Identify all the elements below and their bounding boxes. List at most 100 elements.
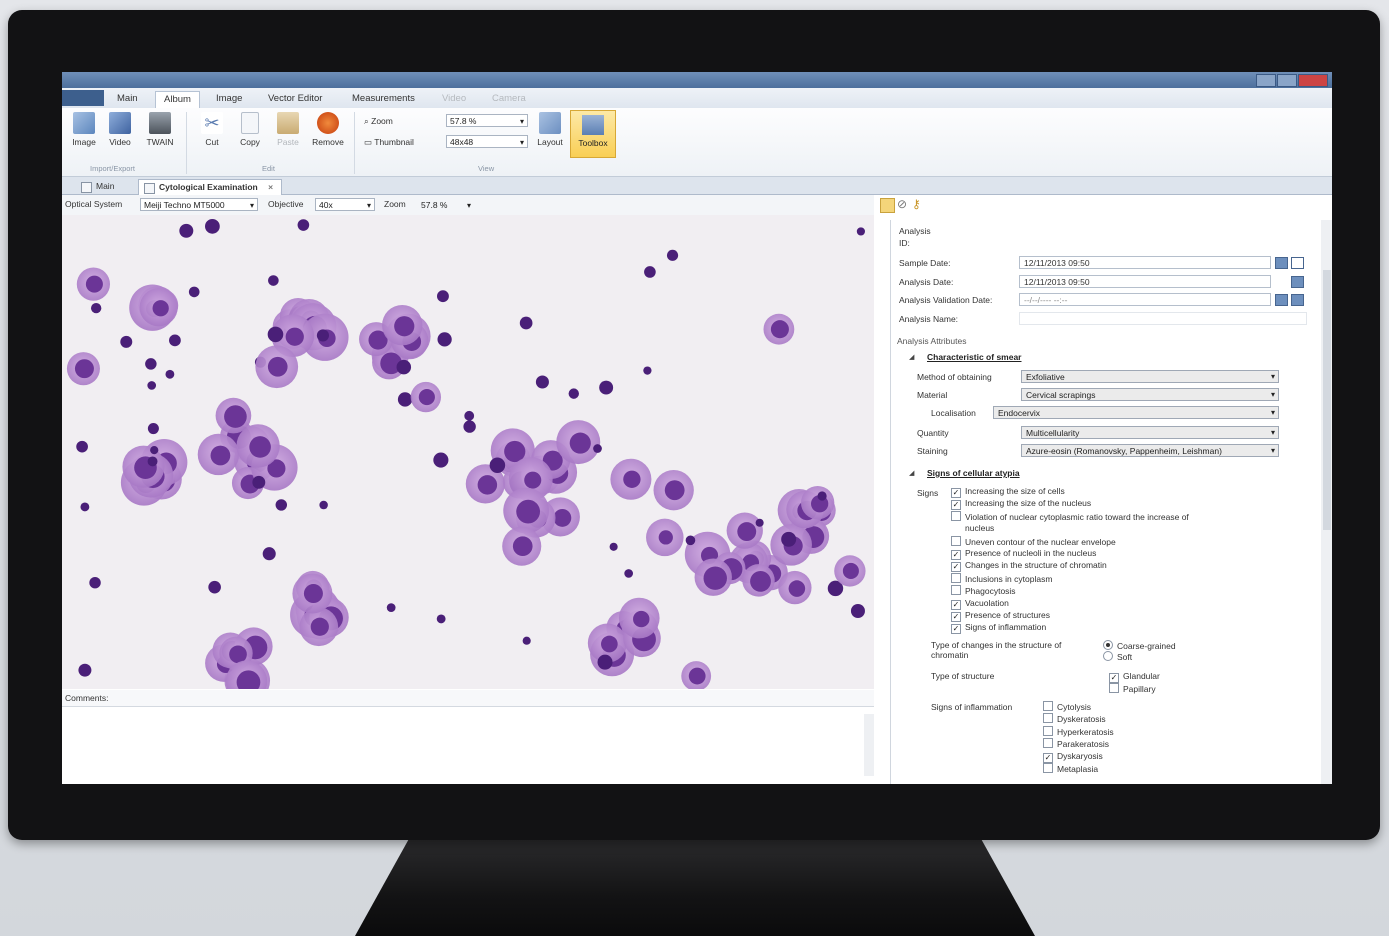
checkbox-icon[interactable] [1043,713,1053,724]
tab-image[interactable]: Image [208,91,250,107]
radio-icon[interactable] [1103,640,1113,650]
toolbox-button[interactable]: Toolbox [570,110,616,158]
collapse-icon[interactable]: ◢ [909,353,914,361]
checkbox-icon[interactable] [951,585,961,596]
inflammation-checkbox[interactable]: Hyperkeratosis [1043,725,1114,737]
cell-nucleus [74,359,94,379]
smear-section-heading[interactable]: Characteristic of smear [927,352,1022,362]
radio-icon[interactable] [1103,651,1113,661]
doc-tab-cytological-examination[interactable]: Cytological Examination × [138,179,283,195]
checkbox-icon[interactable]: ✓ [1109,673,1119,683]
chromatin-radio[interactable]: Soft [1103,651,1132,662]
sign-checkbox[interactable]: Phagocytosis [951,585,1016,596]
video-button[interactable]: Video [102,112,138,147]
structure-checkbox[interactable]: Papillary [1109,683,1156,694]
sign-checkbox[interactable]: ✓ Signs of inflammation [951,622,1046,635]
tab-measurements[interactable]: Measurements [344,91,423,107]
checkbox-icon[interactable] [1043,763,1053,773]
cut-button[interactable]: ✂ Cut [194,112,230,147]
checkbox-icon[interactable]: ✓ [951,500,961,511]
calendar-icon[interactable] [1275,294,1288,306]
inflammation-checkbox[interactable]: Cytolysis [1043,701,1091,712]
zoom-select[interactable]: 57.8 % [417,198,475,212]
calendar-icon[interactable] [1275,257,1288,269]
doc-tab-main[interactable]: Main [76,179,122,194]
inflammation-label: Signs of inflammation [931,702,1013,712]
sign-checkbox[interactable]: ✓ Presence of nucleoli in the nucleus [951,548,1096,560]
material-select[interactable]: Cervical scrapings [1021,388,1279,401]
clear-date-icon[interactable] [1291,257,1304,269]
method-select[interactable]: Exfoliative [1021,370,1279,383]
calendar-icon[interactable] [1291,294,1304,306]
comments-scrollbar[interactable] [864,714,874,776]
notes-icon[interactable] [880,198,895,213]
close-icon[interactable] [1298,74,1328,87]
checkbox-icon[interactable]: ✓ [951,550,961,560]
tab-video[interactable]: Video [434,91,474,107]
sign-checkbox[interactable]: Violation of nuclear cytoplasmic ratio t… [951,510,1189,522]
objective-select[interactable]: 40x [315,198,375,212]
thumbnail-combo[interactable]: 48x48 [446,135,528,149]
cell-nucleus [394,316,415,337]
sample-date-field[interactable]: 12/11/2013 09:50 [1019,256,1271,269]
twain-button[interactable]: TWAIN [142,112,178,147]
tab-vector-editor[interactable]: Vector Editor [260,91,330,107]
checkbox-icon[interactable] [951,572,961,583]
inflammation-checkbox[interactable]: Dyskeratosis [1043,713,1106,724]
optical-system-select[interactable]: Meiji Techno MT5000 [140,198,258,212]
atypia-section-heading[interactable]: Signs of cellular atypia [927,468,1020,478]
inflammation-checkbox[interactable]: ✓ Dyskaryosis [1043,751,1103,763]
image-button[interactable]: Image [66,112,102,147]
checkbox-icon[interactable] [1043,725,1053,736]
microscopy-image[interactable] [62,215,874,689]
analysis-scrollbar[interactable] [1321,220,1332,784]
checkbox-icon[interactable]: ✓ [1043,752,1053,763]
copy-button[interactable]: Copy [232,112,268,147]
checkbox-icon[interactable]: ✓ [951,599,961,610]
inflammation-checkbox[interactable]: Parakeratosis [1043,738,1109,749]
collapse-icon[interactable]: ◢ [909,469,914,477]
close-tab-icon[interactable]: × [268,182,273,192]
maximize-icon[interactable] [1277,74,1297,87]
tab-camera[interactable]: Camera [484,91,534,107]
sign-checkbox[interactable]: ✓ Changes in the structure of chromatin [951,560,1107,573]
chromatin-label-wrap: chromatin [931,650,969,660]
checkbox-icon[interactable]: ✓ [951,562,961,573]
quantity-select[interactable]: Multicellularity [1021,426,1279,439]
cell-nucleus [85,275,103,293]
sign-checkbox[interactable]: ✓ Vacuolation [951,598,1009,610]
sign-checkbox[interactable]: ✓ Increasing the size of the nucleus [951,498,1091,511]
checkbox-icon[interactable] [1043,738,1053,749]
checkbox-icon[interactable] [951,510,961,521]
sign-checkbox[interactable]: ✓ Presence of structures [951,610,1050,622]
checkbox-icon[interactable] [1109,683,1119,693]
paste-button[interactable]: Paste [270,112,306,147]
file-menu-button[interactable] [62,90,104,106]
remove-button[interactable]: Remove [310,112,346,147]
tab-album[interactable]: Album [155,91,200,108]
staining-select[interactable]: Azure-eosin (Romanovsky, Pappenheim, Lei… [1021,444,1279,457]
sign-checkbox[interactable]: Uneven contour of the nuclear envelope [951,535,1116,547]
analysis-name-field[interactable] [1019,312,1307,325]
sign-checkbox[interactable]: ✓ Increasing the size of cells [951,486,1065,498]
checkbox-icon[interactable]: ✓ [951,488,961,498]
checkbox-icon[interactable] [951,535,961,546]
sign-checkbox[interactable]: Inclusions in cytoplasm [951,572,1052,584]
comments-textarea[interactable] [62,707,862,779]
localisation-select[interactable]: Endocervix [993,406,1279,419]
chromatin-radio[interactable]: Coarse-grained [1103,640,1176,651]
cancel-icon[interactable]: ⊘ [897,197,907,211]
checkbox-icon[interactable] [1043,701,1053,711]
key-icon[interactable]: ⚷ [912,197,921,211]
validation-date-field[interactable]: --/--/---- --:-- [1019,293,1271,306]
structure-checkbox[interactable]: ✓ Glandular [1109,671,1160,683]
minimize-icon[interactable] [1256,74,1276,87]
calendar-icon[interactable] [1291,276,1304,288]
checkbox-icon[interactable]: ✓ [951,624,961,635]
zoom-combo-ribbon[interactable]: 57.8 % [446,114,528,128]
inflammation-checkbox[interactable]: Metaplasia [1043,763,1098,774]
analysis-date-field[interactable]: 12/11/2013 09:50 [1019,275,1271,288]
layout-button[interactable]: Layout [532,112,568,147]
checkbox-icon[interactable]: ✓ [951,612,961,622]
tab-main[interactable]: Main [109,91,146,107]
